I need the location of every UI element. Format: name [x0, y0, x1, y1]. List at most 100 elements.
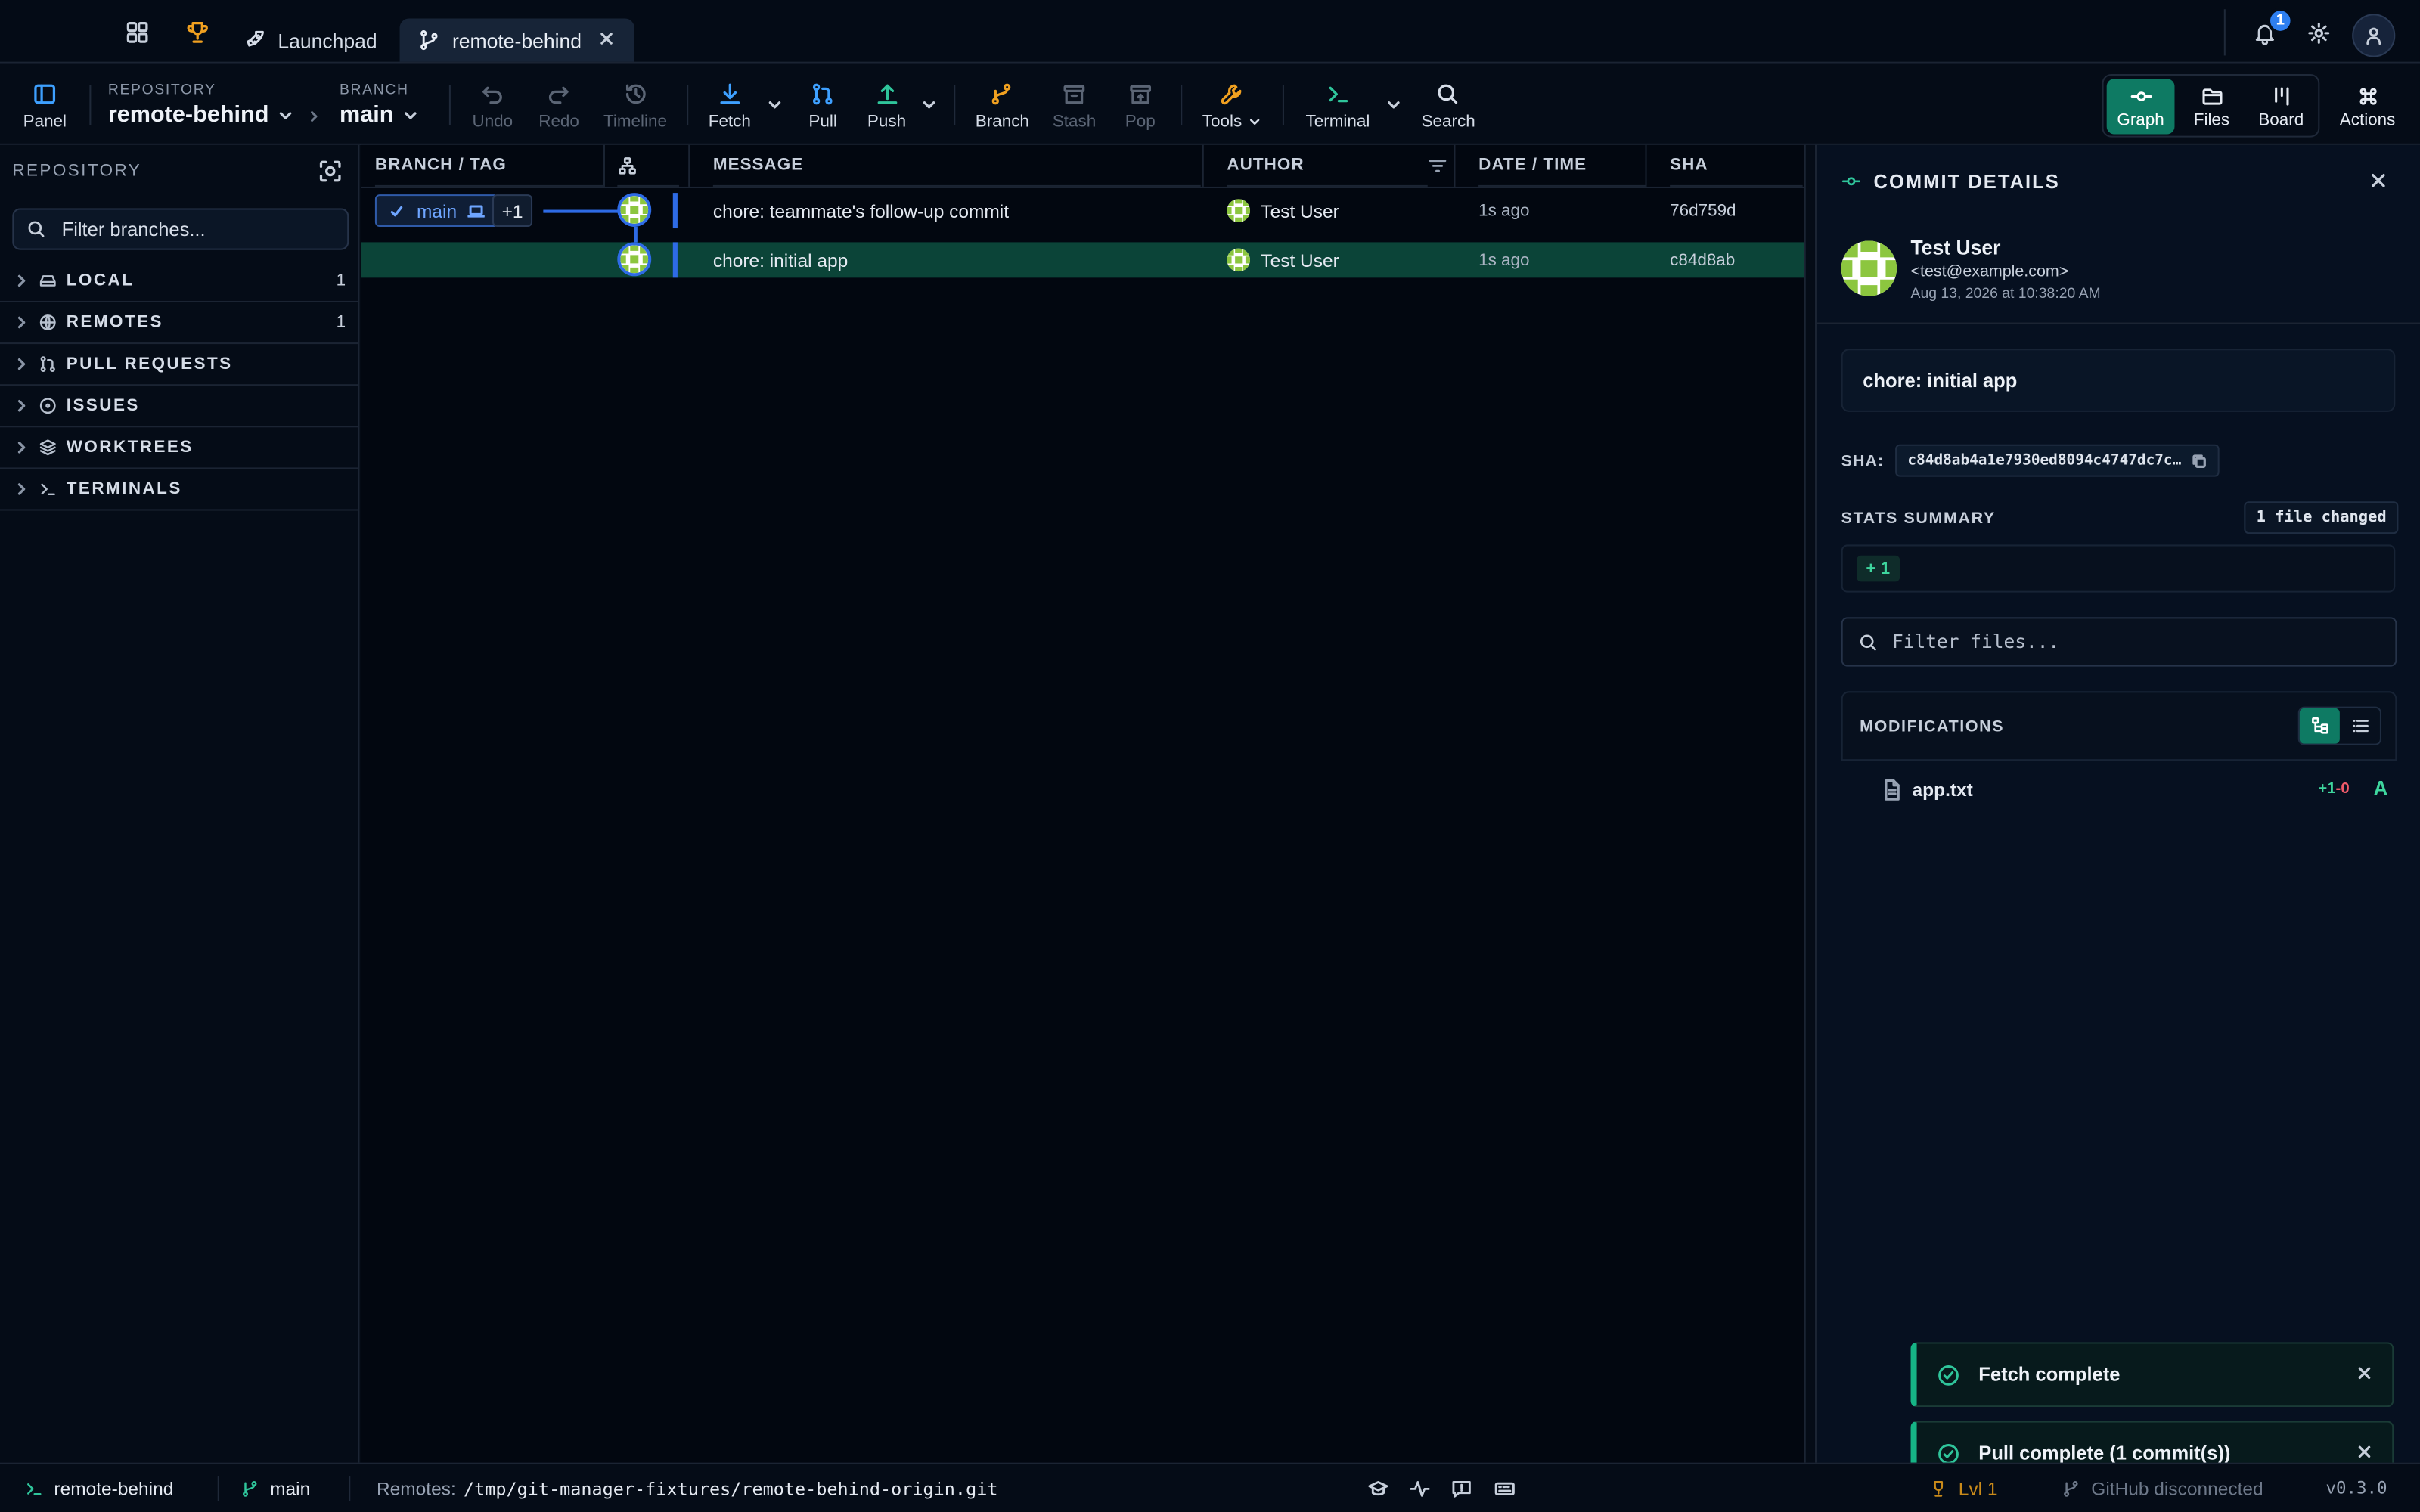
keyboard-icon[interactable] [1494, 1478, 1516, 1500]
commit-row[interactable]: chore: teammate's follow-up commit Test … [361, 193, 1804, 229]
chevron-right-icon [17, 483, 26, 495]
divider [448, 85, 451, 125]
timeline-button[interactable]: Timeline [603, 82, 667, 131]
undo-button[interactable]: Undo [472, 82, 513, 131]
terminal-dropdown-icon[interactable] [1386, 98, 1401, 113]
toast-text: Fetch complete [1978, 1364, 2121, 1386]
column-date-time[interactable]: DATE / TIME [1478, 145, 1646, 187]
tree-view-button[interactable] [2299, 708, 2340, 744]
status-branch-name: main [270, 1478, 311, 1500]
git-branch-icon [242, 1480, 257, 1497]
terminal-button[interactable]: Terminal [1306, 82, 1370, 131]
pull-button[interactable]: Pull [808, 82, 837, 131]
board-view-button[interactable]: Board [2248, 79, 2313, 134]
tab-remote-behind[interactable]: remote-behind [399, 18, 634, 62]
close-icon[interactable] [2369, 172, 2387, 190]
feedback-icon[interactable] [1450, 1478, 1472, 1500]
git-branch-icon [418, 29, 440, 51]
column-divider[interactable] [1645, 144, 1647, 187]
column-divider[interactable] [688, 144, 690, 187]
file-row[interactable]: app.txt +1-0 A [1841, 773, 2397, 810]
sidebar-section-remotes[interactable]: REMOTES 1 [0, 302, 358, 345]
activity-icon[interactable] [1409, 1478, 1431, 1500]
tools-label-wrap: Tools [1202, 113, 1261, 131]
sidebar-section-local[interactable]: LOCAL 1 [0, 261, 358, 302]
column-sha[interactable]: SHA [1670, 145, 1803, 187]
gear-icon[interactable] [2307, 22, 2331, 45]
chevron-right-icon [17, 274, 26, 287]
fetch-dropdown-icon[interactable] [767, 98, 782, 113]
actions-button[interactable]: Actions [2334, 79, 2402, 134]
files-view-button[interactable]: Files [2180, 79, 2245, 134]
fetch-button[interactable]: Fetch [709, 82, 751, 131]
search-button[interactable]: Search [1422, 82, 1475, 131]
notification-badge: 1 [2266, 8, 2294, 34]
column-divider[interactable] [1202, 144, 1204, 187]
push-button[interactable]: Push [867, 82, 906, 131]
wrench-icon [1221, 84, 1242, 105]
github-status: GitHub disconnected [2091, 1478, 2263, 1500]
commit-icon [1841, 177, 1861, 186]
stats-summary-label: STATS SUMMARY [1841, 509, 1996, 528]
status-github[interactable]: GitHub disconnected [2062, 1478, 2263, 1500]
column-divider[interactable] [603, 144, 605, 187]
tools-button[interactable]: Tools [1202, 82, 1261, 131]
status-branch[interactable]: main [240, 1478, 310, 1500]
section-count: 1 [336, 313, 346, 332]
branch-button[interactable]: Branch [976, 82, 1029, 131]
user-avatar-button[interactable] [2352, 14, 2396, 57]
close-icon[interactable] [2356, 1365, 2372, 1380]
column-divider[interactable] [1454, 144, 1456, 187]
push-dropdown-icon[interactable] [921, 98, 936, 113]
branch-filter-input[interactable]: Filter branches... [12, 208, 349, 250]
files-changed-badge: 1 file changed [2244, 501, 2400, 534]
close-icon[interactable] [2356, 1444, 2372, 1459]
commit-node-avatar[interactable] [617, 193, 652, 227]
sha-value-box[interactable]: c84d8ab4a1e7930ed8094c4747dc7c… [1895, 444, 2220, 477]
modifications-label: MODIFICATIONS [1860, 717, 2005, 736]
sidebar-section-worktrees[interactable]: WORKTREES [0, 427, 358, 469]
focus-icon[interactable] [318, 159, 343, 184]
pop-button[interactable]: Pop [1125, 82, 1156, 131]
layers-icon [39, 439, 56, 456]
list-view-button[interactable] [2340, 708, 2380, 744]
status-level[interactable]: Lvl 1 [1929, 1478, 1998, 1500]
redo-button[interactable]: Redo [538, 82, 579, 131]
column-message[interactable]: MESSAGE [712, 145, 1201, 187]
sidebar-section-terminals[interactable]: TERMINALS [0, 469, 358, 511]
repository-selector[interactable]: remote-behind [108, 102, 293, 128]
sidebar-section-pull-requests[interactable]: PULL REQUESTS [0, 344, 358, 386]
branch-selector[interactable]: main [340, 102, 418, 128]
toast-text: Pull complete (1 commit(s)) [1978, 1442, 2231, 1464]
sidebar-section-issues[interactable]: ISSUES [0, 386, 358, 428]
upload-icon [876, 84, 897, 104]
commit-author: Test User [1227, 242, 1339, 277]
column-graph[interactable] [617, 145, 679, 187]
filter-lines-icon[interactable] [1428, 156, 1448, 176]
status-bar: remote-behind main Remotes: /tmp/git-man… [0, 1462, 2420, 1512]
kanban-icon [2274, 86, 2288, 105]
panel-resize-handle[interactable] [1804, 144, 1815, 1463]
chevron-right-icon [17, 399, 26, 412]
stash-button[interactable]: Stash [1053, 82, 1096, 131]
status-repo[interactable]: remote-behind [25, 1478, 174, 1500]
actions-label: Actions [2339, 110, 2396, 129]
copy-icon[interactable] [2192, 454, 2207, 469]
panel-button[interactable]: Panel [23, 82, 67, 131]
file-filter-input[interactable]: Filter files... [1841, 617, 2397, 667]
column-author[interactable]: AUTHOR [1227, 145, 1428, 187]
commit-node-avatar[interactable] [617, 242, 652, 277]
commit-row-selected[interactable]: chore: initial app Test User 1s ago c84d… [361, 242, 1804, 278]
graph-view-button[interactable]: Graph [2106, 79, 2175, 135]
trophy-icon[interactable] [185, 20, 210, 45]
branch-color-bar [672, 193, 678, 229]
close-tab-icon[interactable] [597, 29, 616, 48]
graph-edge [634, 226, 638, 243]
push-label: Push [867, 112, 907, 132]
section-label: ISSUES [66, 396, 140, 415]
file-added: +1 [2318, 780, 2336, 798]
tab-launchpad[interactable]: Launchpad [244, 18, 377, 61]
column-branch-tag[interactable]: BRANCH / TAG [374, 145, 603, 187]
grid-icon[interactable] [125, 20, 150, 45]
graduation-cap-icon[interactable] [1367, 1478, 1389, 1500]
